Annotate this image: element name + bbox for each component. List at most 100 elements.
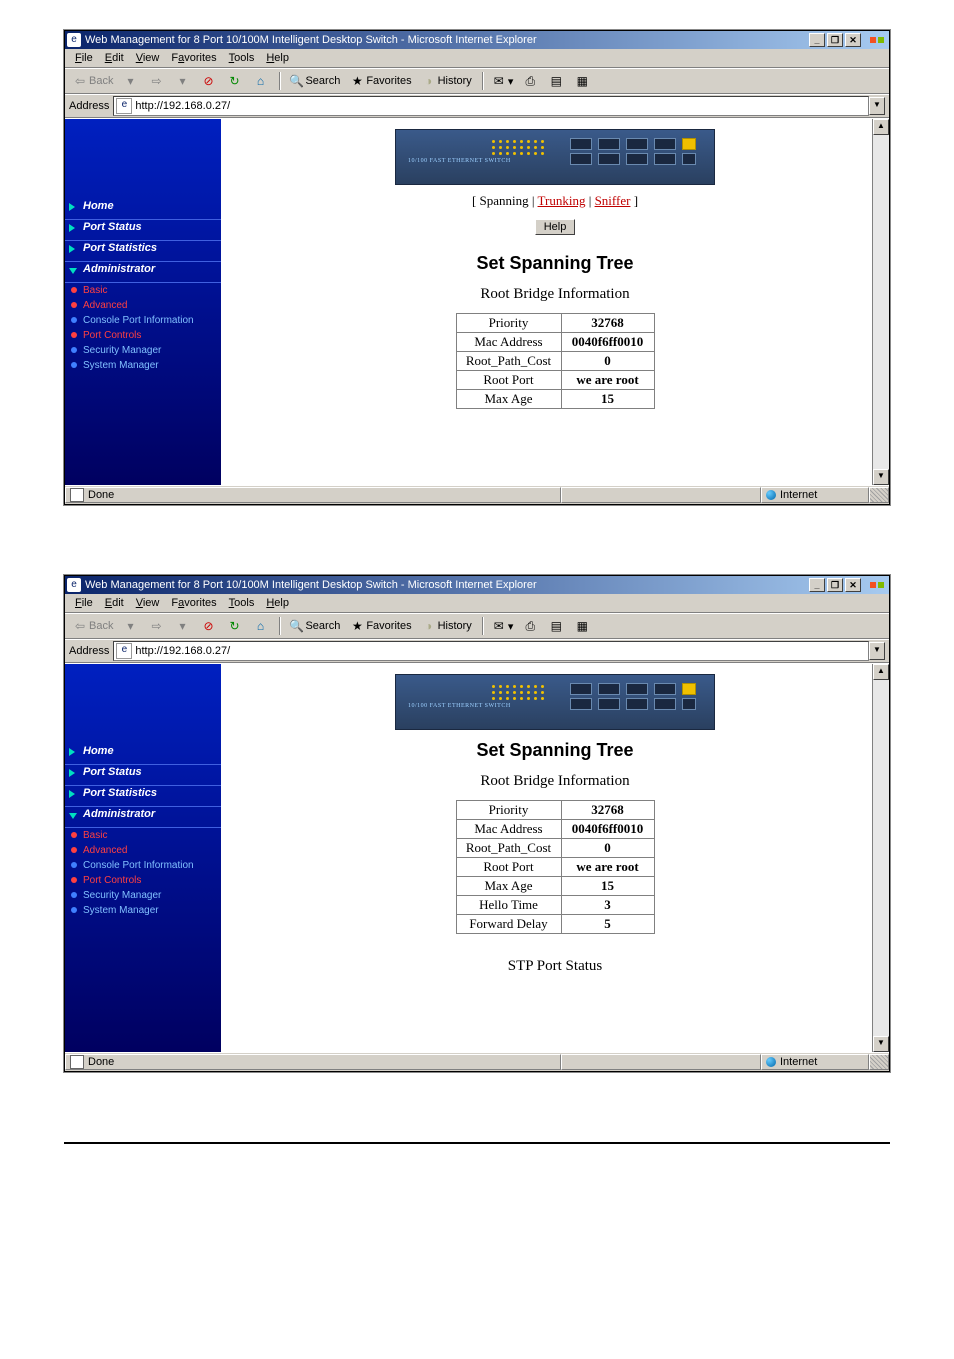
discuss-button[interactable]: ▦	[571, 618, 595, 634]
arrow-right-icon	[69, 224, 75, 232]
menu-file[interactable]: File	[69, 596, 99, 610]
menu-help[interactable]: Help	[260, 596, 295, 610]
toolbar-separator	[482, 72, 484, 90]
scroll-down-button[interactable]: ▼	[873, 1036, 889, 1052]
link-sniffer[interactable]: Sniffer	[595, 193, 631, 208]
sidebar-sub-basic[interactable]: Basic	[65, 828, 221, 843]
scroll-up-button[interactable]: ▲	[873, 119, 889, 135]
favorites-button[interactable]: ★Favorites	[346, 618, 415, 634]
table-row: Hello Time3	[456, 896, 654, 915]
table-row: Root_Path_Cost0	[456, 839, 654, 858]
resize-grip[interactable]	[869, 487, 889, 503]
window-title: Web Management for 8 Port 10/100M Intell…	[85, 579, 807, 591]
switch-label: 10/100 FAST ETHERNET SWITCH	[408, 703, 511, 709]
address-dropdown[interactable]: ▼	[869, 97, 885, 115]
table-value: we are root	[561, 858, 654, 877]
back-button[interactable]: ⇦Back	[69, 618, 117, 634]
forward-button[interactable]: ⇨	[145, 73, 169, 89]
history-button[interactable]: ◑History	[418, 73, 476, 89]
menu-help[interactable]: Help	[260, 51, 295, 65]
sidebar-item-port-status[interactable]: Port Status	[65, 765, 221, 786]
ie-logo-right	[867, 577, 887, 593]
scroll-down-button[interactable]: ▼	[873, 469, 889, 485]
menu-tools[interactable]: Tools	[223, 596, 261, 610]
sidebar-item-port-statistics[interactable]: Port Statistics	[65, 241, 221, 262]
minimize-button[interactable]: _	[809, 578, 825, 592]
print-button[interactable]: ⎙	[519, 618, 543, 634]
menu-favorites[interactable]: Favorites	[165, 51, 222, 65]
menu-tools[interactable]: Tools	[223, 51, 261, 65]
menu-view[interactable]: View	[130, 51, 166, 65]
forward-dropdown[interactable]: ▾	[171, 73, 195, 89]
scrollbar[interactable]: ▲ ▼	[872, 664, 889, 1052]
status-bar: Done Internet	[65, 485, 889, 504]
mail-button[interactable]: ✉▾	[488, 73, 518, 89]
stop-button[interactable]: ⊘	[197, 73, 221, 89]
table-key: Hello Time	[456, 896, 561, 915]
sidebar-sub-console[interactable]: Console Port Information	[65, 858, 221, 873]
address-input[interactable]: e http://192.168.0.27/	[113, 641, 869, 661]
sidebar-item-port-status[interactable]: Port Status	[65, 220, 221, 241]
menu-file[interactable]: File	[69, 51, 99, 65]
history-button[interactable]: ◑History	[418, 618, 476, 634]
edit-button[interactable]: ▤	[545, 618, 569, 634]
refresh-button[interactable]: ↻	[223, 73, 247, 89]
resize-grip[interactable]	[869, 1054, 889, 1070]
close-button[interactable]: ✕	[845, 578, 861, 592]
menu-edit[interactable]: Edit	[99, 51, 130, 65]
maximize-button[interactable]: ❐	[827, 578, 843, 592]
maximize-button[interactable]: ❐	[827, 33, 843, 47]
search-button[interactable]: 🔍Search	[285, 618, 344, 634]
sidebar-sub-system[interactable]: System Manager	[65, 358, 221, 373]
sidebar-sub-console[interactable]: Console Port Information	[65, 313, 221, 328]
refresh-button[interactable]: ↻	[223, 618, 247, 634]
minimize-button[interactable]: _	[809, 33, 825, 47]
sidebar-sub-advanced[interactable]: Advanced	[65, 298, 221, 313]
scroll-track[interactable]	[873, 680, 889, 1036]
sidebar-item-home[interactable]: Home	[65, 199, 221, 220]
address-dropdown[interactable]: ▼	[869, 642, 885, 660]
back-button[interactable]: ⇦Back	[69, 73, 117, 89]
sidebar-sub-advanced[interactable]: Advanced	[65, 843, 221, 858]
scrollbar[interactable]: ▲ ▼	[872, 119, 889, 485]
home-button[interactable]: ⌂	[249, 618, 273, 634]
close-button[interactable]: ✕	[845, 33, 861, 47]
sidebar-item-administrator[interactable]: Administrator	[65, 262, 221, 283]
scroll-track[interactable]	[873, 135, 889, 469]
sidebar-sub-security[interactable]: Security Manager	[65, 888, 221, 903]
print-button[interactable]: ⎙	[519, 73, 543, 89]
page-heading: Set Spanning Tree	[221, 740, 889, 761]
sidebar-sub-port-controls[interactable]: Port Controls	[65, 328, 221, 343]
menu-edit[interactable]: Edit	[99, 596, 130, 610]
stop-button[interactable]: ⊘	[197, 618, 221, 634]
status-middle	[561, 1054, 761, 1070]
back-dropdown[interactable]: ▾	[119, 73, 143, 89]
search-button[interactable]: 🔍Search	[285, 73, 344, 89]
sidebar-sub-system[interactable]: System Manager	[65, 903, 221, 918]
discuss-icon: ▦	[575, 74, 589, 88]
link-trunking[interactable]: Trunking	[538, 193, 586, 208]
sidebar-item-home[interactable]: Home	[65, 744, 221, 765]
help-button[interactable]: Help	[535, 219, 576, 235]
favorites-button[interactable]: ★Favorites	[346, 73, 415, 89]
sidebar-sub-security[interactable]: Security Manager	[65, 343, 221, 358]
sidebar-item-port-statistics[interactable]: Port Statistics	[65, 786, 221, 807]
sidebar-item-administrator[interactable]: Administrator	[65, 807, 221, 828]
forward-dropdown[interactable]: ▾	[171, 618, 195, 634]
mail-button[interactable]: ✉▾	[488, 618, 518, 634]
sidebar-sub-port-controls[interactable]: Port Controls	[65, 873, 221, 888]
sidebar-sub-basic[interactable]: Basic	[65, 283, 221, 298]
scroll-up-button[interactable]: ▲	[873, 664, 889, 680]
back-dropdown[interactable]: ▾	[119, 618, 143, 634]
edit-button[interactable]: ▤	[545, 73, 569, 89]
toolbar: ⇦Back ▾ ⇨ ▾ ⊘ ↻ ⌂ 🔍Search ★Favorites ◑Hi…	[65, 613, 889, 639]
bracket-close: ]	[634, 193, 638, 208]
menu-favorites[interactable]: Favorites	[165, 596, 222, 610]
address-input[interactable]: e http://192.168.0.27/	[113, 96, 869, 116]
discuss-button[interactable]: ▦	[571, 73, 595, 89]
menu-view[interactable]: View	[130, 596, 166, 610]
forward-button[interactable]: ⇨	[145, 618, 169, 634]
edit-icon: ▤	[549, 74, 563, 88]
home-button[interactable]: ⌂	[249, 73, 273, 89]
status-zone: Internet	[761, 487, 869, 503]
